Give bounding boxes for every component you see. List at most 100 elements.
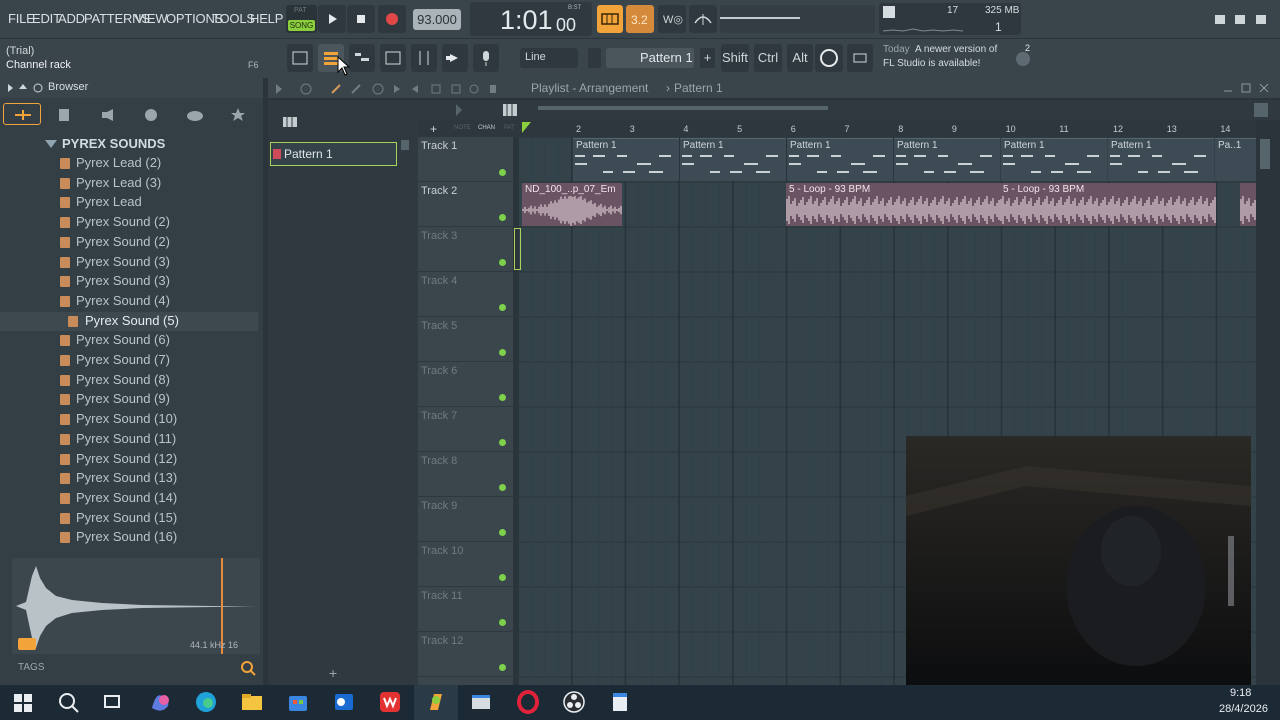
search-icon[interactable] [240,660,256,676]
browser-file-item[interactable]: Pyrex Sound (9) [0,390,258,409]
browser-file-item[interactable]: Pyrex Sound (15) [0,509,258,528]
record-audio-button[interactable] [473,44,499,72]
picker-scrollbar[interactable] [401,140,409,150]
browser-tab-db-icon[interactable] [144,108,158,122]
windows-start-icon[interactable] [11,690,35,714]
browser-file-item[interactable]: Pyrex Sound (10) [0,410,258,429]
menu-view[interactable]: VIEW [135,11,168,26]
playlist-button[interactable] [287,44,313,72]
track-header[interactable]: Track 9 [418,497,513,542]
pattern-clip[interactable]: Pattern 1 [894,138,1000,181]
news-text-2[interactable]: FL Studio is available! [883,58,980,69]
track-mute-led[interactable] [499,574,506,581]
track-mute-led[interactable] [499,214,506,221]
cpu-monitor[interactable]: 17 325 MB 1 [879,3,1021,35]
track-header[interactable]: Track 10 [418,542,513,587]
menu-tools[interactable]: TOOLS [212,11,255,26]
pattern-clip[interactable]: Pattern 1 [1108,138,1214,181]
playlist-hscroll[interactable] [538,106,828,110]
browser-file-item[interactable]: Pyrex Sound (2) [0,213,258,232]
playlist-scroll-icons[interactable] [452,102,532,118]
browser-nav-icons[interactable] [6,83,46,93]
wait-input-button[interactable]: W◎ [658,5,686,33]
browser-file-item[interactable]: Pyrex Sound (2) [0,233,258,252]
menu-add[interactable]: ADD [58,11,85,26]
col-pat[interactable]: PAT [504,125,515,131]
timeline-ruler[interactable]: 2 3 4 5 6 7 8 9 10 11 12 13 14 [518,120,1256,137]
track-mute-led[interactable] [499,394,506,401]
help-button[interactable] [815,44,843,72]
menu-edit[interactable]: EDIT [32,11,61,26]
maximize-button[interactable] [1233,12,1249,26]
vscroll-thumb[interactable] [1260,139,1270,169]
tempo-display[interactable]: 93.000 [413,9,461,30]
track-header[interactable]: Track 7 [418,407,513,452]
clock-date[interactable]: 28/4/2026 [1219,703,1268,715]
audio-clip[interactable]: 5 - Loop - 93 BPM [1000,183,1216,226]
stop-button[interactable] [347,5,375,33]
track-mute-led[interactable] [499,439,506,446]
track-mute-led[interactable] [499,259,506,266]
shift-key-button[interactable]: Shift [721,44,749,72]
master-meter[interactable] [720,5,875,33]
add-pattern-button[interactable]: + [700,48,715,68]
browser-file-item[interactable]: Pyrex Sound (4) [0,292,258,311]
outlook-icon[interactable] [332,690,356,714]
metronome-button[interactable] [689,5,717,33]
playlist-maximize-button[interactable] [1240,82,1252,94]
add-track-button[interactable]: + [430,122,437,136]
pattern-clip[interactable]: Pattern 1 [680,138,786,181]
play-button[interactable] [318,5,346,33]
playlist-scroll-right[interactable] [1254,103,1268,117]
playlist-close-button[interactable] [1258,82,1270,94]
browser-tab-files-icon[interactable] [58,108,70,122]
mixer-button[interactable] [411,44,437,72]
edge-icon[interactable] [194,690,218,714]
track-header[interactable]: Track 6 [418,362,513,407]
ctrl-key-button[interactable]: Ctrl [754,44,782,72]
browser-tab-cloud-icon[interactable] [186,109,204,121]
track-header[interactable]: Track 8 [418,452,513,497]
browser-file-item[interactable]: Pyrex Sound (7) [0,351,258,370]
menu-help[interactable]: HELP [250,11,283,26]
col-note[interactable]: NOTE [454,125,471,131]
audio-clip[interactable]: 5 - Loop - 93 BPM [786,183,1000,226]
tags-bar[interactable]: TAGS [12,658,260,678]
browser-file-item[interactable]: Pyrex Sound (5) [0,311,258,331]
pattern-picker-item[interactable]: Pattern 1 [270,142,397,166]
fl-studio-icon[interactable] [424,690,448,714]
track-header[interactable]: Track 1 [418,137,513,182]
browser-file-item[interactable]: Pyrex Sound (6) [0,331,258,350]
browser-file-item[interactable]: Pyrex Sound (3) [0,253,258,272]
track-mute-led[interactable] [499,619,506,626]
close-button[interactable] [1254,12,1270,26]
pattern-clip[interactable]: Pattern 1 [573,138,679,181]
track-header[interactable]: Track 3 [418,227,513,272]
task-view-icon[interactable] [100,690,124,714]
col-chan[interactable]: CHAN [478,125,495,131]
picker-add-button[interactable]: + [329,665,337,681]
playlist-minimize-button[interactable] [1222,82,1234,94]
copilot-icon[interactable] [148,690,172,714]
pattern-prev-button[interactable] [588,48,601,68]
track-header[interactable]: Track 12 [418,632,513,677]
record-button[interactable] [378,5,406,33]
track-header[interactable]: Track 5 [418,317,513,362]
browser-file-item[interactable]: Pyrex Sound (14) [0,489,258,508]
mixer-button-alt[interactable] [380,44,406,72]
sample-preview[interactable]: 44.1 kHz 16 [12,558,260,654]
track-mute-led[interactable] [499,169,506,176]
track-mute-led[interactable] [499,664,506,671]
pattern-clip[interactable]: Pattern 1 [1001,138,1107,181]
pattern-clip[interactable]: Pa..1 [1215,138,1256,181]
countdown-button[interactable]: 3.2 [626,5,654,33]
alt-key-button[interactable]: Alt [787,44,813,72]
snap-select[interactable]: Line [520,48,578,68]
audio-clip[interactable]: ND_100_..p_07_Em [522,183,622,226]
minimize-button[interactable] [1213,12,1229,26]
news-text-1[interactable]: A newer version of [915,44,997,55]
next-button[interactable] [442,44,468,72]
browser-file-item[interactable]: Pyrex Lead (3) [0,174,258,193]
pattern-clip[interactable]: Pattern 1 [787,138,893,181]
notepad-icon[interactable] [608,690,632,714]
